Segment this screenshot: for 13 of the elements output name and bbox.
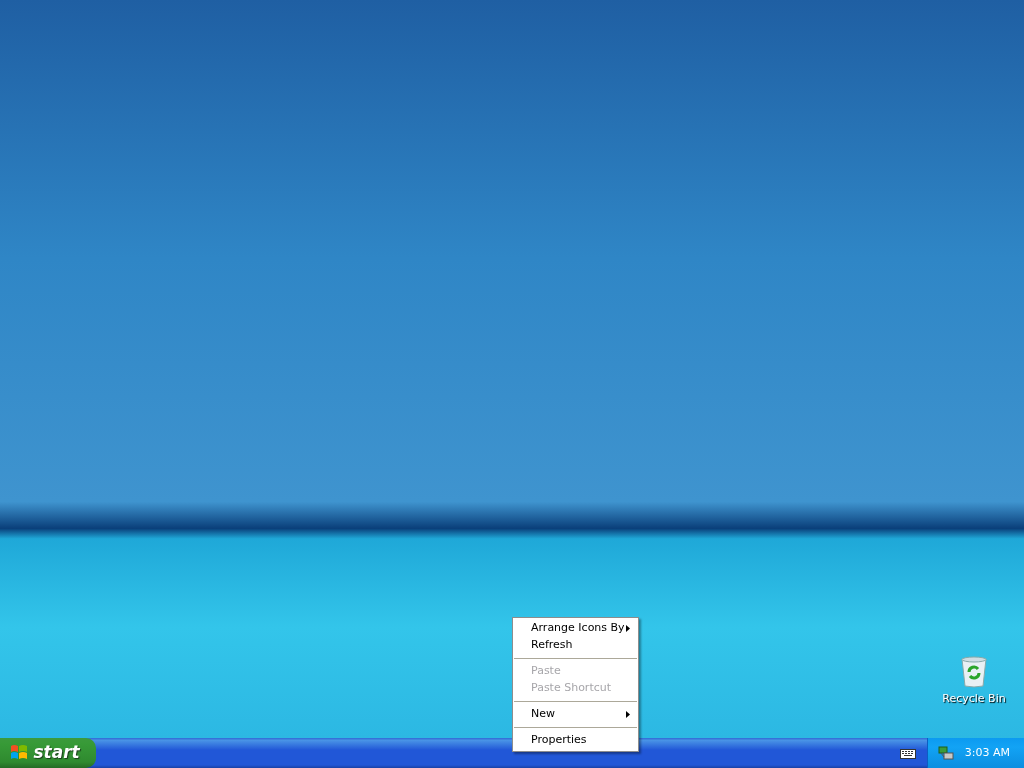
network-icon[interactable] (937, 745, 954, 761)
windows-flag-icon (10, 744, 28, 762)
keyboard-icon[interactable] (899, 747, 916, 759)
submenu-arrow-icon (626, 625, 630, 632)
icon-label: Recycle Bin (942, 691, 1006, 707)
menu-item[interactable]: Refresh (513, 637, 638, 654)
menu-item[interactable]: Arrange Icons By (513, 620, 638, 637)
submenu-arrow-icon (626, 711, 630, 718)
recycle-bin-icon[interactable] (959, 656, 989, 688)
start-button[interactable]: start (0, 738, 96, 768)
menu-item[interactable]: New (513, 706, 638, 723)
menu-item[interactable]: Properties (513, 732, 638, 749)
clock-text: 3:03 AM (964, 744, 1010, 761)
